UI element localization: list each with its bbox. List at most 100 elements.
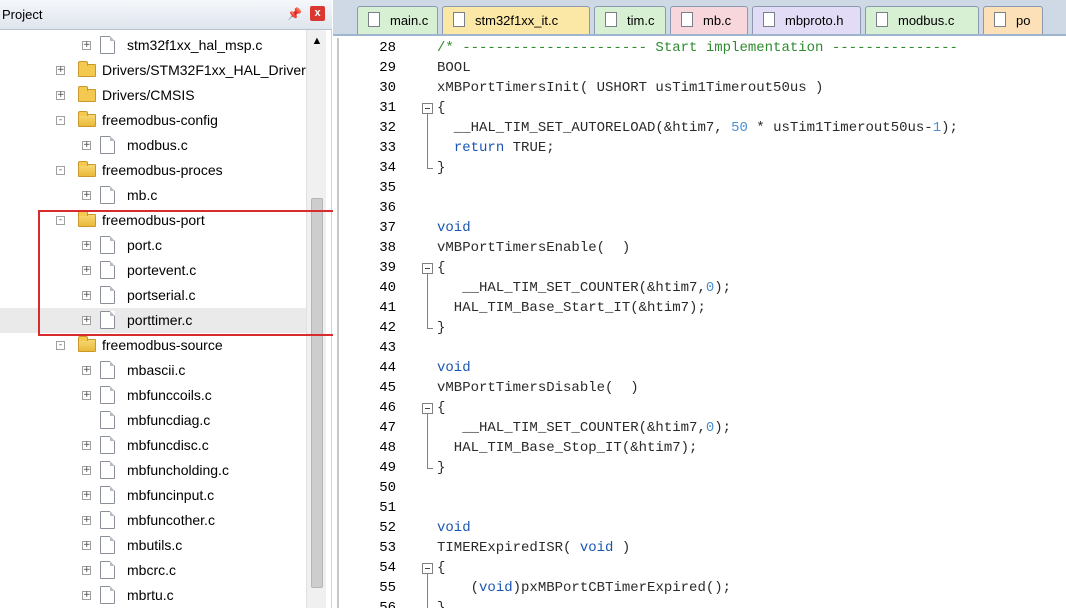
tree-item-file[interactable]: + mbutils.c: [0, 533, 306, 558]
code-text: __HAL_TIM_SET_COUNTER(&htim7,0);: [437, 280, 732, 296]
tree-item-file[interactable]: + stm32f1xx_hal_msp.c: [0, 33, 306, 58]
code-text: vMBPortTimersEnable( ): [437, 240, 631, 256]
fold-guide-end: [427, 328, 433, 329]
tree-item-file[interactable]: + mb.c: [0, 183, 306, 208]
line-number: 28: [379, 40, 396, 56]
tree-item-file[interactable]: + mbfuncother.c: [0, 508, 306, 533]
code-text: }: [437, 600, 446, 608]
tab-label: main.c: [390, 13, 429, 28]
expand-icon[interactable]: +: [82, 516, 91, 525]
code-line: 55 (void)pxMBPortCBTimerExpired();: [333, 578, 1066, 598]
tree-item-folder[interactable]: + Drivers/STM32F1xx_HAL_Driver: [0, 58, 306, 83]
editor-tab[interactable]: modbus.c: [865, 6, 979, 34]
tree-item-label: mbfuncinput.c: [127, 487, 215, 503]
project-panel-header: Project 📌 x: [0, 0, 332, 30]
code-text: vMBPortTimersDisable( ): [437, 380, 639, 396]
tree-item-file[interactable]: + mbrtu.c: [0, 583, 306, 608]
file-icon: [100, 536, 115, 554]
code-line: 50: [333, 478, 1066, 498]
code-line: 42}: [333, 318, 1066, 338]
expand-icon[interactable]: +: [82, 541, 91, 550]
tree-item-file[interactable]: + mbfunccoils.c: [0, 383, 306, 408]
fold-toggle-icon[interactable]: [422, 563, 433, 574]
file-icon: [876, 12, 888, 27]
expand-icon[interactable]: +: [82, 391, 91, 400]
tree-item-label: freemodbus-config: [102, 112, 218, 128]
editor-tab[interactable]: stm32f1xx_it.c: [442, 6, 590, 34]
code-line: 30 xMBPortTimersInit( USHORT usTim1Timero…: [333, 78, 1066, 98]
expand-icon[interactable]: +: [82, 141, 91, 150]
fold-guide-end: [427, 168, 433, 169]
tree-item-folder[interactable]: + Drivers/CMSIS: [0, 83, 306, 108]
code-line: 37 void: [333, 218, 1066, 238]
line-number: 32: [379, 120, 396, 136]
code-text: __HAL_TIM_SET_AUTORELOAD(&htim7, 50 * us…: [437, 120, 958, 136]
tree-item-file[interactable]: + mbascii.c: [0, 358, 306, 383]
tree-item-folder[interactable]: - freemodbus-config: [0, 108, 306, 133]
file-icon: [605, 12, 617, 27]
expand-icon[interactable]: +: [82, 566, 91, 575]
tree-item-label: stm32f1xx_hal_msp.c: [127, 37, 263, 53]
tree-item-file[interactable]: + mbcrc.c: [0, 558, 306, 583]
expand-icon[interactable]: +: [82, 441, 91, 450]
tree-item-label: mbfuncdiag.c: [127, 412, 211, 428]
line-number: 55: [379, 580, 396, 596]
code-text: TIMERExpiredISR( void ): [437, 540, 631, 556]
file-icon: [100, 436, 115, 454]
code-text: xMBPortTimersInit( USHORT usTim1Timerout…: [437, 80, 824, 96]
expand-icon[interactable]: +: [56, 91, 65, 100]
tree-item-folder[interactable]: - freemodbus-source: [0, 333, 306, 358]
pin-icon[interactable]: 📌: [287, 6, 302, 22]
collapse-icon[interactable]: -: [56, 166, 65, 175]
code-area[interactable]: 28 /* ---------------------- Start implem…: [333, 38, 1066, 608]
expand-icon[interactable]: +: [82, 591, 91, 600]
tree-item-file[interactable]: mbfuncdiag.c: [0, 408, 306, 433]
code-text: {: [437, 400, 446, 416]
collapse-icon[interactable]: -: [56, 341, 65, 350]
code-text: void: [437, 520, 471, 536]
scroll-up-button[interactable]: ▲: [309, 33, 325, 49]
expand-icon[interactable]: +: [82, 366, 91, 375]
tree-item-file[interactable]: + mbfuncholding.c: [0, 458, 306, 483]
code-line: 43: [333, 338, 1066, 358]
editor-tab[interactable]: mbproto.h: [752, 6, 861, 34]
code-line: 40 __HAL_TIM_SET_COUNTER(&htim7,0);: [333, 278, 1066, 298]
folder-icon: [78, 86, 96, 102]
expand-icon[interactable]: +: [56, 66, 65, 75]
code-line: 29 BOOL: [333, 58, 1066, 78]
editor-tab[interactable]: main.c: [357, 6, 438, 34]
expand-icon[interactable]: +: [82, 491, 91, 500]
close-icon[interactable]: x: [310, 6, 325, 21]
file-icon: [100, 461, 115, 479]
expand-icon[interactable]: +: [82, 191, 91, 200]
fold-toggle-icon[interactable]: [422, 403, 433, 414]
code-line: 45 vMBPortTimersDisable( ): [333, 378, 1066, 398]
file-icon: [100, 361, 115, 379]
file-icon: [100, 411, 115, 429]
code-line: 39 {: [333, 258, 1066, 278]
tab-label: mb.c: [703, 13, 732, 28]
collapse-icon[interactable]: -: [56, 116, 65, 125]
fold-toggle-icon[interactable]: [422, 263, 433, 274]
file-icon: [100, 386, 115, 404]
code-editor: main.c stm32f1xx_it.c tim.c mb.c mbproto.h mo…: [333, 0, 1066, 608]
tree-item-file[interactable]: + mbfuncinput.c: [0, 483, 306, 508]
tree-item-folder[interactable]: - freemodbus-proces: [0, 158, 306, 183]
editor-tab[interactable]: po: [983, 6, 1043, 34]
tree-item-label: Drivers/STM32F1xx_HAL_Driver: [102, 62, 306, 78]
editor-tab[interactable]: mb.c: [670, 6, 748, 34]
editor-tab[interactable]: tim.c: [594, 6, 666, 34]
tree-item-label: modbus.c: [127, 137, 188, 153]
tree-item-label: mbrtu.c: [127, 587, 174, 603]
tree-item-file[interactable]: + modbus.c: [0, 133, 306, 158]
tree-item-label: mbutils.c: [127, 537, 183, 553]
code-line: 33 return TRUE;: [333, 138, 1066, 158]
file-icon: [368, 12, 380, 27]
fold-toggle-icon[interactable]: [422, 103, 433, 114]
tree-item-file[interactable]: + mbfuncdisc.c: [0, 433, 306, 458]
line-number: 42: [379, 320, 396, 336]
code-line: 56}: [333, 598, 1066, 608]
expand-icon[interactable]: +: [82, 466, 91, 475]
tree-item-label: mbfuncholding.c: [127, 462, 229, 478]
expand-icon[interactable]: +: [82, 41, 91, 50]
